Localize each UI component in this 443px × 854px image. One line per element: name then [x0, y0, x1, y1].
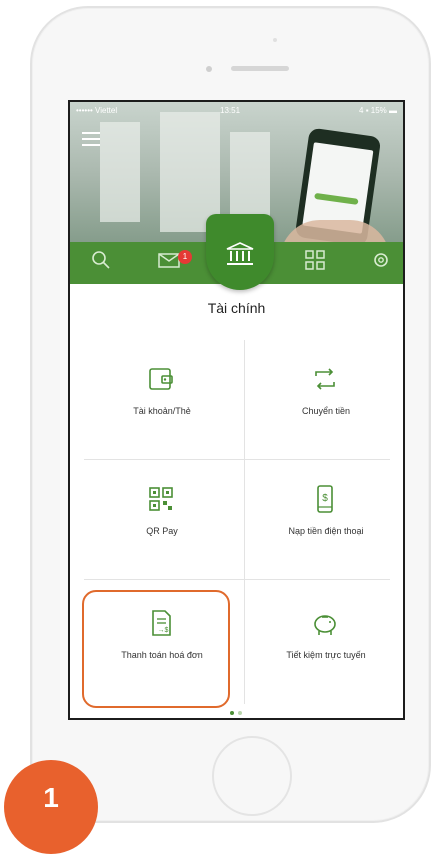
tile-label: Tiết kiệm trực tuyến [286, 650, 366, 660]
section-title: Tài chính [207, 300, 266, 316]
app-screen: •••••• Viettel 13:51 4 ▪ 15% ▬ 1 Tài chí… [68, 100, 405, 720]
tile-label: Tài khoản/Thẻ [133, 406, 191, 416]
bank-icon [226, 242, 254, 266]
tile-qr-pay[interactable]: QR Pay [82, 470, 242, 580]
svg-text:$: $ [322, 493, 328, 504]
settings-icon[interactable] [368, 250, 394, 276]
phone-topup-icon: $ [310, 484, 340, 514]
carrier-label: •••••• Viettel [76, 106, 118, 115]
page-dot[interactable] [238, 711, 242, 715]
tile-label: QR Pay [146, 526, 178, 536]
highlight-box [82, 590, 230, 708]
home-button[interactable] [212, 736, 292, 816]
qr-icon [146, 484, 176, 514]
battery-label: 4 ▪ 15% ▬ [359, 106, 397, 115]
mail-badge: 1 [178, 250, 192, 264]
tile-label: Nạp tiền điện thoại [288, 526, 364, 536]
tile-transfer[interactable]: Chuyển tiền [246, 350, 403, 460]
clock-label: 13:51 [220, 106, 241, 115]
tile-account-card[interactable]: Tài khoản/Thẻ [82, 350, 242, 460]
menu-icon[interactable] [82, 132, 100, 146]
wallet-icon [146, 364, 176, 394]
step-number-badge: 1 [4, 760, 98, 854]
grid-divider [244, 340, 245, 704]
camera-dot [273, 38, 277, 42]
piggy-bank-icon [310, 608, 340, 638]
tile-online-savings[interactable]: Tiết kiệm trực tuyến [246, 594, 403, 704]
home-tab-shield[interactable] [206, 214, 274, 290]
sensor-dot [206, 66, 212, 72]
transfer-icon [310, 364, 340, 394]
search-icon[interactable] [88, 250, 114, 276]
page-indicator [230, 702, 260, 715]
tile-phone-topup[interactable]: $ Nạp tiền điện thoại [246, 470, 403, 580]
status-bar: •••••• Viettel 13:51 4 ▪ 15% ▬ [70, 102, 403, 120]
page-dot-active[interactable] [230, 711, 234, 715]
grid-icon[interactable] [302, 250, 328, 276]
tile-label: Chuyển tiền [301, 406, 351, 416]
speaker-grille [231, 66, 289, 71]
